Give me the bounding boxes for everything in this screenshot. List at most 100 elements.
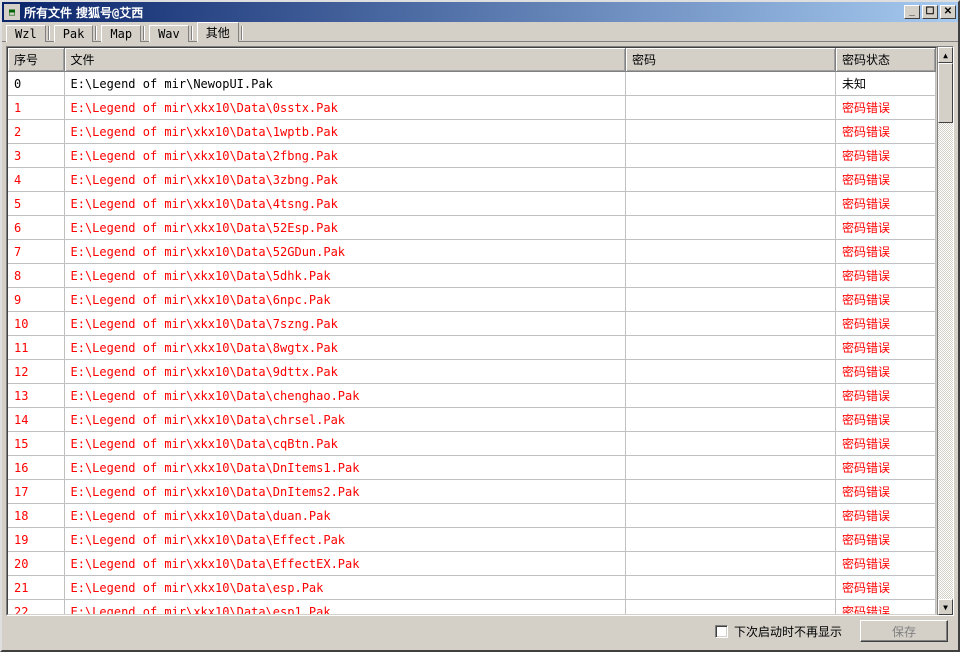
col-header-status[interactable]: 密码状态 — [836, 48, 936, 72]
cell-file[interactable]: E:\Legend of mir\xkx10\Data\3zbng.Pak — [64, 168, 626, 192]
cell-file[interactable]: E:\Legend of mir\xkx10\Data\EffectEX.Pak — [64, 552, 626, 576]
cell-file[interactable]: E:\Legend of mir\xkx10\Data\1wptb.Pak — [64, 120, 626, 144]
cell-status[interactable]: 密码错误 — [836, 120, 936, 144]
cell-status[interactable]: 密码错误 — [836, 456, 936, 480]
cell-password[interactable] — [626, 336, 836, 360]
cell-index[interactable]: 7 — [8, 240, 64, 264]
cell-status[interactable]: 密码错误 — [836, 192, 936, 216]
cell-index[interactable]: 1 — [8, 96, 64, 120]
cell-password[interactable] — [626, 240, 836, 264]
cell-status[interactable]: 密码错误 — [836, 432, 936, 456]
cell-password[interactable] — [626, 528, 836, 552]
cell-file[interactable]: E:\Legend of mir\xkx10\Data\esp1.Pak — [64, 600, 626, 616]
cell-password[interactable] — [626, 96, 836, 120]
cell-status[interactable]: 密码错误 — [836, 96, 936, 120]
cell-index[interactable]: 19 — [8, 528, 64, 552]
cell-password[interactable] — [626, 264, 836, 288]
table-row[interactable]: 3E:\Legend of mir\xkx10\Data\2fbng.Pak密码… — [8, 144, 936, 168]
cell-status[interactable]: 密码错误 — [836, 336, 936, 360]
table-row[interactable]: 6E:\Legend of mir\xkx10\Data\52Esp.Pak密码… — [8, 216, 936, 240]
titlebar[interactable]: ⬒ 所有文件 搜狐号@艾西 _ ☐ ✕ — [2, 2, 958, 22]
cell-file[interactable]: E:\Legend of mir\xkx10\Data\Effect.Pak — [64, 528, 626, 552]
cell-status[interactable]: 未知 — [836, 72, 936, 96]
cell-file[interactable]: E:\Legend of mir\xkx10\Data\0sstx.Pak — [64, 96, 626, 120]
cell-file[interactable]: E:\Legend of mir\xkx10\Data\9dttx.Pak — [64, 360, 626, 384]
cell-password[interactable] — [626, 504, 836, 528]
cell-index[interactable]: 16 — [8, 456, 64, 480]
table-row[interactable]: 1E:\Legend of mir\xkx10\Data\0sstx.Pak 密码… — [8, 96, 936, 120]
cell-file[interactable]: E:\Legend of mir\xkx10\Data\esp.Pak — [64, 576, 626, 600]
vertical-scrollbar[interactable]: ▲ ▼ — [937, 47, 953, 615]
cell-index[interactable]: 9 — [8, 288, 64, 312]
cell-file[interactable]: E:\Legend of mir\xkx10\Data\8wgtx.Pak — [64, 336, 626, 360]
cell-file[interactable]: E:\Legend of mir\xkx10\Data\5dhk.Pak — [64, 264, 626, 288]
cell-index[interactable]: 0 — [8, 72, 64, 96]
cell-file[interactable]: E:\Legend of mir\xkx10\Data\duan.Pak — [64, 504, 626, 528]
col-header-password[interactable]: 密码 — [626, 48, 836, 72]
dont-show-again-option[interactable]: 下次启动时不再显示 — [715, 623, 842, 640]
table-row[interactable]: 11E:\Legend of mir\xkx10\Data\8wgtx.Pak 密… — [8, 336, 936, 360]
scroll-track[interactable] — [938, 63, 953, 599]
cell-status[interactable]: 密码错误 — [836, 264, 936, 288]
cell-status[interactable]: 密码错误 — [836, 144, 936, 168]
cell-status[interactable]: 密码错误 — [836, 600, 936, 616]
save-button[interactable]: 保存 — [860, 620, 948, 642]
cell-index[interactable]: 18 — [8, 504, 64, 528]
scroll-down-button[interactable]: ▼ — [938, 599, 953, 615]
tab-pak[interactable]: Pak — [54, 25, 94, 42]
cell-file[interactable]: E:\Legend of mir\xkx10\Data\DnItems2.Pak — [64, 480, 626, 504]
tab-map[interactable]: Map — [101, 25, 141, 42]
table-row[interactable]: 21E:\Legend of mir\xkx10\Data\esp.Pak密码错… — [8, 576, 936, 600]
scroll-thumb[interactable] — [938, 63, 953, 123]
table-row[interactable]: 14E:\Legend of mir\xkx10\Data\chrsel.Pak… — [8, 408, 936, 432]
cell-index[interactable]: 21 — [8, 576, 64, 600]
cell-password[interactable] — [626, 552, 836, 576]
cell-file[interactable]: E:\Legend of mir\xkx10\Data\6npc.Pak — [64, 288, 626, 312]
cell-password[interactable] — [626, 432, 836, 456]
maximize-button[interactable]: ☐ — [922, 5, 938, 19]
cell-file[interactable]: E:\Legend of mir\xkx10\Data\52GDun.Pak — [64, 240, 626, 264]
minimize-button[interactable]: _ — [904, 5, 920, 19]
cell-password[interactable] — [626, 168, 836, 192]
cell-password[interactable] — [626, 576, 836, 600]
cell-password[interactable] — [626, 384, 836, 408]
table-row[interactable]: 15E:\Legend of mir\xkx10\Data\cqBtn.Pak密… — [8, 432, 936, 456]
cell-status[interactable]: 密码错误 — [836, 216, 936, 240]
tab-wzl[interactable]: Wzl — [6, 25, 46, 42]
table-row[interactable]: 4E:\Legend of mir\xkx10\Data\3zbng.Pak 密码… — [8, 168, 936, 192]
table-row[interactable]: 9E:\Legend of mir\xkx10\Data\6npc.Pak 密码错… — [8, 288, 936, 312]
tab-other[interactable]: 其他 — [197, 22, 239, 42]
cell-password[interactable] — [626, 360, 836, 384]
cell-index[interactable]: 8 — [8, 264, 64, 288]
cell-index[interactable]: 12 — [8, 360, 64, 384]
table-row[interactable]: 19E:\Legend of mir\xkx10\Data\Effect.Pak… — [8, 528, 936, 552]
cell-password[interactable] — [626, 480, 836, 504]
cell-status[interactable]: 密码错误 — [836, 168, 936, 192]
cell-index[interactable]: 3 — [8, 144, 64, 168]
cell-password[interactable] — [626, 72, 836, 96]
cell-password[interactable] — [626, 192, 836, 216]
cell-status[interactable]: 密码错误 — [836, 504, 936, 528]
table-row[interactable]: 8E:\Legend of mir\xkx10\Data\5dhk.Pak 密码错… — [8, 264, 936, 288]
table-row[interactable]: 17E:\Legend of mir\xkx10\Data\DnItems2.P… — [8, 480, 936, 504]
table-row[interactable]: 16E:\Legend of mir\xkx10\Data\DnItems1.P… — [8, 456, 936, 480]
cell-status[interactable]: 密码错误 — [836, 360, 936, 384]
table-row[interactable]: 5E:\Legend of mir\xkx10\Data\4tsng.Pak密码… — [8, 192, 936, 216]
cell-password[interactable] — [626, 120, 836, 144]
cell-status[interactable]: 密码错误 — [836, 408, 936, 432]
cell-index[interactable]: 10 — [8, 312, 64, 336]
tab-wav[interactable]: Wav — [149, 25, 189, 42]
col-header-index[interactable]: 序号 — [8, 48, 64, 72]
cell-index[interactable]: 4 — [8, 168, 64, 192]
cell-password[interactable] — [626, 216, 836, 240]
cell-password[interactable] — [626, 312, 836, 336]
table-row[interactable]: 7E:\Legend of mir\xkx10\Data\52GDun.Pak密… — [8, 240, 936, 264]
cell-status[interactable]: 密码错误 — [836, 288, 936, 312]
cell-index[interactable]: 11 — [8, 336, 64, 360]
cell-status[interactable]: 密码错误 — [836, 552, 936, 576]
cell-index[interactable]: 15 — [8, 432, 64, 456]
cell-password[interactable] — [626, 288, 836, 312]
cell-index[interactable]: 5 — [8, 192, 64, 216]
cell-index[interactable]: 6 — [8, 216, 64, 240]
cell-password[interactable] — [626, 408, 836, 432]
